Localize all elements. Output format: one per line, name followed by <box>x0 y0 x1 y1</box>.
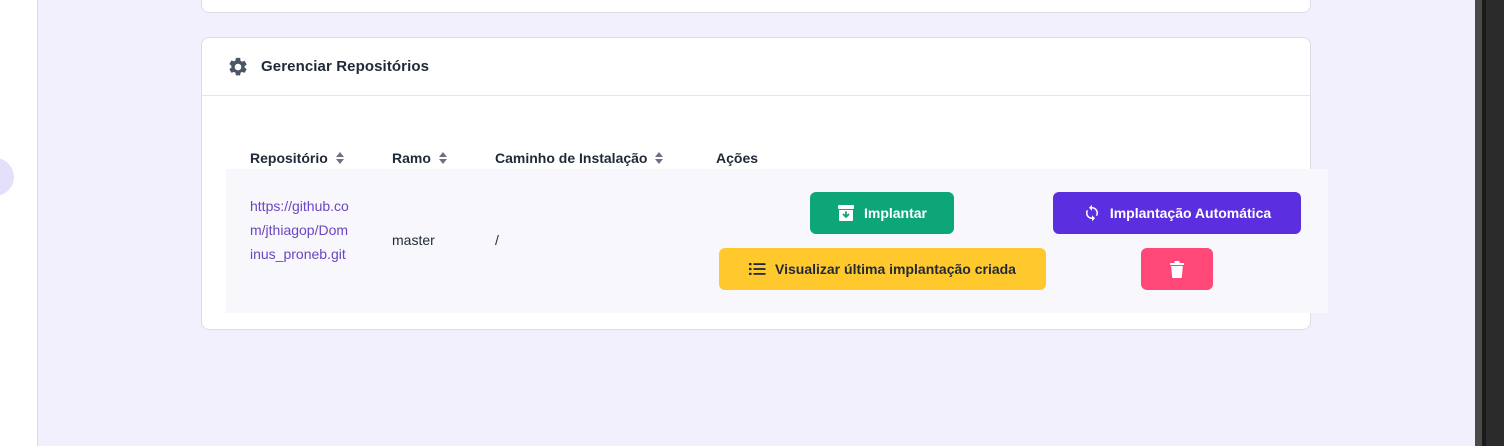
deploy-button[interactable]: Implantar <box>810 192 954 234</box>
manage-repositories-panel: Gerenciar Repositórios Repositório Ramo … <box>201 37 1328 330</box>
previous-panel <box>201 0 1311 13</box>
sidebar <box>0 0 38 446</box>
archive-icon <box>837 205 854 221</box>
delete-button[interactable] <box>1141 248 1213 290</box>
repository-link[interactable]: https://github.com/jthiagop/Dominus_pron… <box>250 194 350 266</box>
list-icon <box>749 263 766 275</box>
auto-deploy-label: Implantação Automática <box>1109 205 1272 221</box>
window-border <box>1475 0 1482 446</box>
column-label: Ramo <box>392 150 431 166</box>
install-path-value: / <box>495 232 499 248</box>
branch-value: master <box>392 232 435 248</box>
gear-icon <box>229 57 247 75</box>
sort-icon <box>438 152 447 164</box>
sync-icon <box>1085 204 1098 222</box>
auto-deploy-button[interactable]: Implantação Automática <box>1053 192 1301 234</box>
panel-title: Gerenciar Repositórios <box>261 58 430 75</box>
panel-header: Gerenciar Repositórios <box>202 38 1310 96</box>
trash-icon <box>1170 260 1184 278</box>
column-label: Caminho de Instalação <box>495 150 648 166</box>
sort-icon <box>335 152 344 164</box>
deploy-label: Implantar <box>863 205 927 221</box>
column-label: Ações <box>716 150 759 166</box>
view-last-deployment-label: Visualizar última implantação criada <box>775 261 1016 277</box>
table-row: https://github.com/jthiagop/Dominus_pron… <box>226 169 1328 313</box>
main-content: Gerenciar Repositórios Repositório Ramo … <box>39 0 1475 446</box>
sort-icon <box>655 152 664 164</box>
sidebar-collapse-toggle[interactable] <box>0 158 14 196</box>
view-last-deployment-button[interactable]: Visualizar última implantação criada <box>719 248 1046 290</box>
window-border-shadow <box>1482 0 1486 446</box>
column-label: Repositório <box>250 150 328 166</box>
